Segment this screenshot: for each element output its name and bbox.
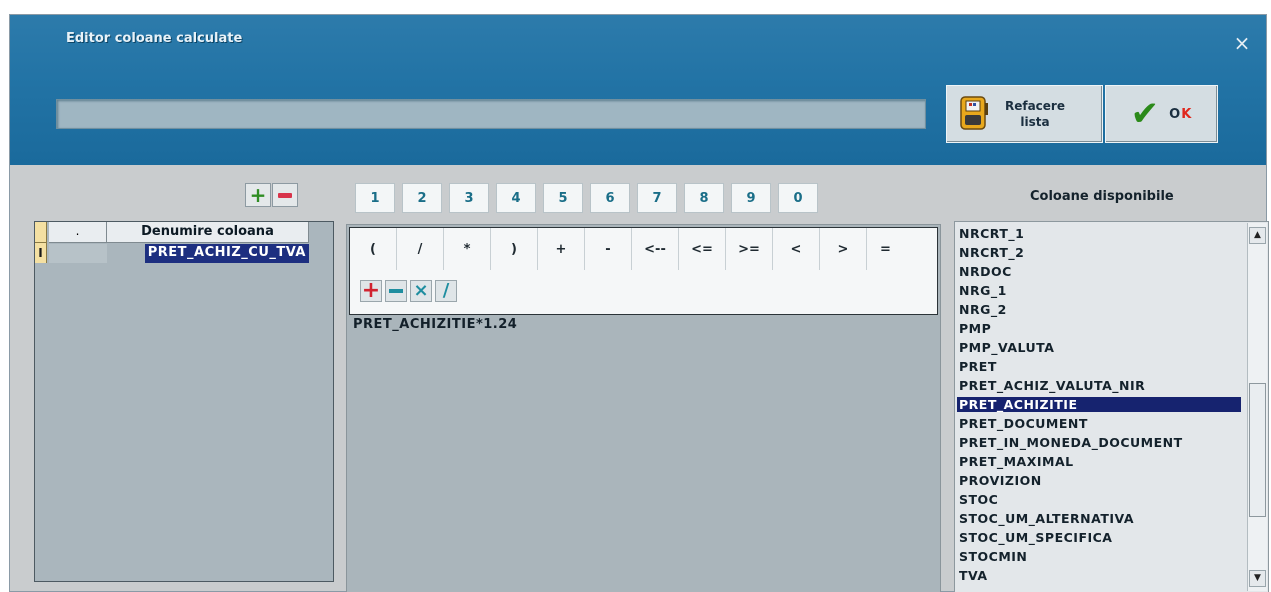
row-marker[interactable]: I — [35, 243, 47, 263]
list-item[interactable]: PMP — [959, 321, 997, 336]
operator-button[interactable]: >= — [726, 228, 773, 270]
digit-button-8[interactable]: 8 — [684, 183, 724, 213]
calculator-icon — [960, 96, 988, 130]
minus-icon — [278, 192, 292, 198]
list-item[interactable]: NRG_2 — [959, 302, 1013, 317]
list-item[interactable]: PRET_ACHIZITIE — [957, 397, 1241, 412]
list-item[interactable]: PROVIZION — [959, 473, 1048, 488]
list-item[interactable]: STOC — [959, 492, 1004, 507]
vertical-scrollbar[interactable]: ▲ ▼ — [1247, 223, 1267, 591]
operator-toolbar: (/ *) + - <-- <= >= < > = + × / — [349, 227, 938, 315]
minus-icon[interactable] — [385, 280, 407, 302]
ok-button[interactable]: ✔ OK — [1105, 85, 1218, 143]
digit-buttons: 1234567890 — [355, 183, 825, 213]
available-columns-list[interactable]: ▲ ▼ NRCRT_1 NRCRT_2 NRDOC NRG_1 NRG_2 PMP PMP_… — [954, 221, 1269, 592]
add-column-button[interactable]: + — [245, 183, 271, 207]
list-item[interactable]: PRET_DOCUMENT — [959, 416, 1094, 431]
list-item[interactable]: STOC_UM_SPECIFICA — [959, 530, 1118, 545]
ok-label: OK — [1169, 107, 1192, 122]
calculated-columns-grid[interactable]: . Denumire coloana I PRET_ACHIZ_CU_TVA — [34, 221, 334, 582]
window-title: Editor coloane calculate — [66, 31, 243, 46]
scroll-up-icon[interactable]: ▲ — [1249, 227, 1266, 244]
scrollbar-thumb[interactable] — [1249, 383, 1266, 517]
close-icon[interactable]: × — [1232, 33, 1252, 53]
plus-icon: + — [249, 183, 267, 207]
digit-button-5[interactable]: 5 — [543, 183, 583, 213]
refacere-label-line2: lista — [1020, 115, 1050, 129]
list-item[interactable]: PRET_IN_MONEDA_DOCUMENT — [959, 435, 1189, 450]
checkmark-icon: ✔ — [1130, 94, 1160, 134]
times-icon[interactable]: × — [410, 280, 432, 302]
column-name-cell[interactable]: PRET_ACHIZ_CU_TVA — [144, 244, 309, 263]
dialog-window: Editor coloane calculate × Refacere list… — [9, 14, 1269, 592]
plus-icon[interactable]: + — [360, 280, 382, 302]
expression-text[interactable]: PRET_ACHIZITIE*1.24 — [353, 317, 933, 587]
edit-icons: + × / — [360, 280, 460, 302]
table-row[interactable]: PRET_ACHIZ_CU_TVA — [107, 244, 309, 263]
list-item[interactable]: PRET_ACHIZ_VALUTA_NIR — [959, 378, 1151, 393]
list-item[interactable]: PMP_VALUTA — [959, 340, 1060, 355]
table-cell-dot[interactable] — [49, 244, 107, 263]
title-bar[interactable]: Editor coloane calculate × Refacere list… — [10, 15, 1266, 165]
refacere-lista-label: Refacere lista — [1003, 98, 1067, 130]
operator-button[interactable]: < — [773, 228, 820, 270]
digit-button-7[interactable]: 7 — [637, 183, 677, 213]
list-item[interactable]: PRET — [959, 359, 1003, 374]
available-columns-title: Coloane disponibile — [1030, 189, 1174, 204]
expression-input[interactable] — [56, 99, 926, 129]
list-item[interactable]: NRDOC — [959, 264, 1018, 279]
ok-label-main: O — [1169, 106, 1182, 122]
refacere-label-line1: Refacere — [1004, 99, 1065, 113]
digit-button-2[interactable]: 2 — [402, 183, 442, 213]
list-item[interactable]: PRET_MAXIMAL — [959, 454, 1080, 469]
digit-button-6[interactable]: 6 — [590, 183, 630, 213]
operator-button[interactable]: ) — [491, 228, 538, 270]
digit-button-3[interactable]: 3 — [449, 183, 489, 213]
digit-button-4[interactable]: 4 — [496, 183, 536, 213]
grid-header-dot[interactable]: . — [49, 222, 107, 243]
digit-button-1[interactable]: 1 — [355, 183, 395, 213]
operator-button[interactable]: * — [444, 228, 491, 270]
operator-button[interactable]: = — [867, 228, 904, 270]
operator-button[interactable]: > — [820, 228, 867, 270]
grid-header-name[interactable]: Denumire coloana — [107, 222, 309, 243]
ok-label-hotkey: K — [1181, 106, 1193, 122]
refacere-lista-button[interactable]: Refacere lista — [946, 85, 1103, 143]
digit-button-9[interactable]: 9 — [731, 183, 771, 213]
list-item[interactable]: STOCMIN — [959, 549, 1033, 564]
formula-editor[interactable]: (/ *) + - <-- <= >= < > = + × / PRET_ACHIZITIE*1.… — [346, 224, 941, 592]
operator-button[interactable]: <= — [679, 228, 726, 270]
list-item[interactable]: STOC_UM_ALTERNATIVA — [959, 511, 1140, 526]
list-item[interactable]: TVA — [959, 568, 994, 583]
grid-header-marker — [35, 222, 47, 243]
scroll-down-icon[interactable]: ▼ — [1249, 570, 1266, 587]
operator-buttons: (/ *) + - <-- <= >= < > = — [350, 228, 904, 270]
operator-button[interactable]: + — [538, 228, 585, 270]
operator-button[interactable]: / — [397, 228, 444, 270]
list-item[interactable]: NRCRT_1 — [959, 226, 1030, 241]
list-item[interactable]: NRCRT_2 — [959, 245, 1030, 260]
operator-button[interactable]: <-- — [632, 228, 679, 270]
operator-button[interactable]: ( — [350, 228, 397, 270]
list-item[interactable]: NRG_1 — [959, 283, 1013, 298]
remove-column-button[interactable] — [272, 183, 298, 207]
slash-icon[interactable]: / — [435, 280, 457, 302]
digit-button-0[interactable]: 0 — [778, 183, 818, 213]
operator-button[interactable]: - — [585, 228, 632, 270]
